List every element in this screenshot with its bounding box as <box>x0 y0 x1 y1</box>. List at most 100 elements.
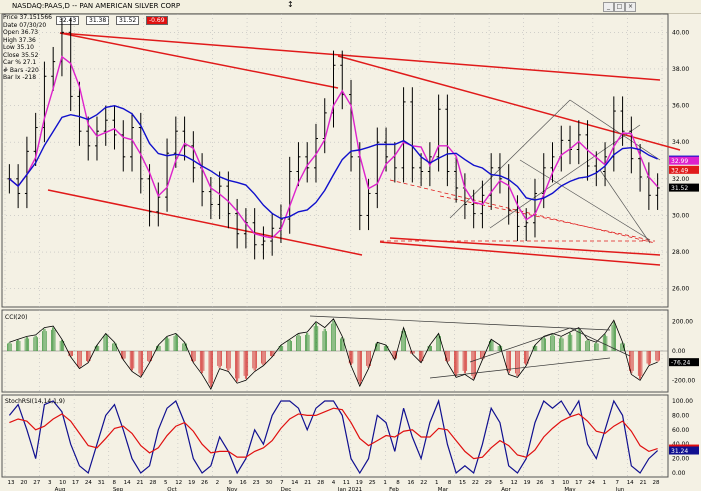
x-day-label: 8 <box>112 480 116 486</box>
x-day-label: 24 <box>85 480 92 486</box>
stoch-tag-fast: 31.24 <box>671 448 688 455</box>
x-day-label: 1 <box>383 480 387 486</box>
price-bar <box>287 156 292 234</box>
x-month-label: Sep <box>113 487 124 491</box>
x-day-label: 9 <box>229 480 233 486</box>
x-day-label: 28 <box>653 480 660 486</box>
price-bar <box>375 127 380 209</box>
cci-tag: -76.24 <box>671 360 691 367</box>
x-day-label: 10 <box>562 480 569 486</box>
price-tag-fast-ma: 32.99 <box>671 158 688 165</box>
channel-trendline <box>59 32 661 81</box>
x-day-label: 12 <box>175 480 182 486</box>
stoch-tick-label: 100.00 <box>672 398 693 405</box>
x-day-label: 19 <box>524 480 531 486</box>
x-day-label: 16 <box>240 480 247 486</box>
price-bar <box>629 116 634 174</box>
price-bar <box>646 162 651 210</box>
price-bar <box>340 50 345 110</box>
x-day-label: 24 <box>588 480 595 486</box>
price-bar <box>436 94 441 172</box>
price-tick-label: 32.00 <box>672 176 689 183</box>
dashed-trendline <box>389 179 656 244</box>
x-day-label: 28 <box>149 480 156 486</box>
price-bar <box>156 182 161 227</box>
stoch-panel-frame <box>1 394 669 478</box>
x-day-label: 25 <box>369 480 376 486</box>
price-bar <box>445 94 450 187</box>
cci-panel-label: CCI(20) <box>5 314 27 321</box>
price-bar <box>620 96 625 146</box>
cci-tick-label: 200.00 <box>672 319 693 326</box>
x-month-label: May <box>564 487 576 491</box>
x-day-label: 4 <box>332 480 336 486</box>
cci-tick-label: 0.00 <box>672 348 686 355</box>
price-tick-label: 38.00 <box>672 66 689 73</box>
cci-tick-label: -200.00 <box>672 377 695 384</box>
price-bar <box>497 153 502 194</box>
gray-trendline <box>569 99 661 161</box>
x-day-label: 8 <box>448 480 452 486</box>
price-bar <box>278 204 283 243</box>
x-day-label: 7 <box>280 480 284 486</box>
x-day-label: 22 <box>420 480 427 486</box>
x-day-label: 19 <box>356 480 363 486</box>
price-bar <box>270 213 275 256</box>
x-day-label: 30 <box>266 480 273 486</box>
price-bar <box>401 87 406 183</box>
gray-trendline <box>519 159 651 241</box>
channel-trendline <box>337 55 681 151</box>
x-month-label: Feb <box>389 487 399 491</box>
x-day-label: 7 <box>616 480 620 486</box>
x-day-label: 28 <box>317 480 324 486</box>
x-day-label: 2 <box>216 480 220 486</box>
price-tick-label: 30.00 <box>672 212 689 219</box>
price-bar <box>42 61 47 143</box>
price-bars <box>7 17 660 260</box>
price-bar <box>331 50 336 128</box>
cci-trendline <box>309 315 611 331</box>
x-day-label: 21 <box>137 480 144 486</box>
price-bar <box>611 96 616 172</box>
channel-trendline <box>47 189 363 256</box>
cci-trendline <box>469 327 571 363</box>
x-day-label: 16 <box>407 480 414 486</box>
price-bar <box>489 153 494 210</box>
x-day-label: 21 <box>304 480 311 486</box>
x-month-label: Oct <box>167 487 177 491</box>
x-day-label: 12 <box>511 480 518 486</box>
x-day-label: 14 <box>124 480 131 486</box>
cci-bars <box>2 318 668 390</box>
x-day-label: 3 <box>551 480 555 486</box>
price-tick-label: 34.00 <box>672 139 689 146</box>
price-bar <box>349 79 354 172</box>
x-day-label: 22 <box>472 480 479 486</box>
x-day-label: 15 <box>459 480 466 486</box>
x-day-label: 14 <box>291 480 298 486</box>
x-day-label: 13 <box>8 480 15 486</box>
x-day-label: 3 <box>48 480 52 486</box>
x-month-label: Aug <box>55 487 66 491</box>
price-bar <box>200 153 205 207</box>
x-day-label: 11 <box>343 480 350 486</box>
price-bar <box>655 173 660 210</box>
price-bar <box>322 98 327 154</box>
price-bar <box>532 178 537 238</box>
x-day-label: 5 <box>164 480 168 486</box>
x-day-label: 26 <box>536 480 543 486</box>
price-bar <box>392 142 397 183</box>
chart-svg: 40.0038.0036.0034.0032.0030.0028.0026.00… <box>1 13 699 491</box>
price-bar <box>568 125 573 165</box>
stoch-lines <box>8 398 659 475</box>
x-month-label: Mar <box>438 487 449 491</box>
x-day-label: 17 <box>575 480 582 486</box>
price-bar <box>103 105 108 146</box>
stoch-tick-label: 60.00 <box>672 427 689 434</box>
x-day-label: 27 <box>33 480 40 486</box>
x-day-label: 17 <box>72 480 79 486</box>
gridlines <box>2 14 668 477</box>
channel-trendline <box>59 32 339 89</box>
chart-window: NASDAQ:PAAS,D -- PAN AMERICAN SILVER COR… <box>0 0 701 491</box>
price-bar <box>462 173 467 220</box>
stoch-panel-label: StochRSI(14,14,1,9) <box>5 398 65 405</box>
